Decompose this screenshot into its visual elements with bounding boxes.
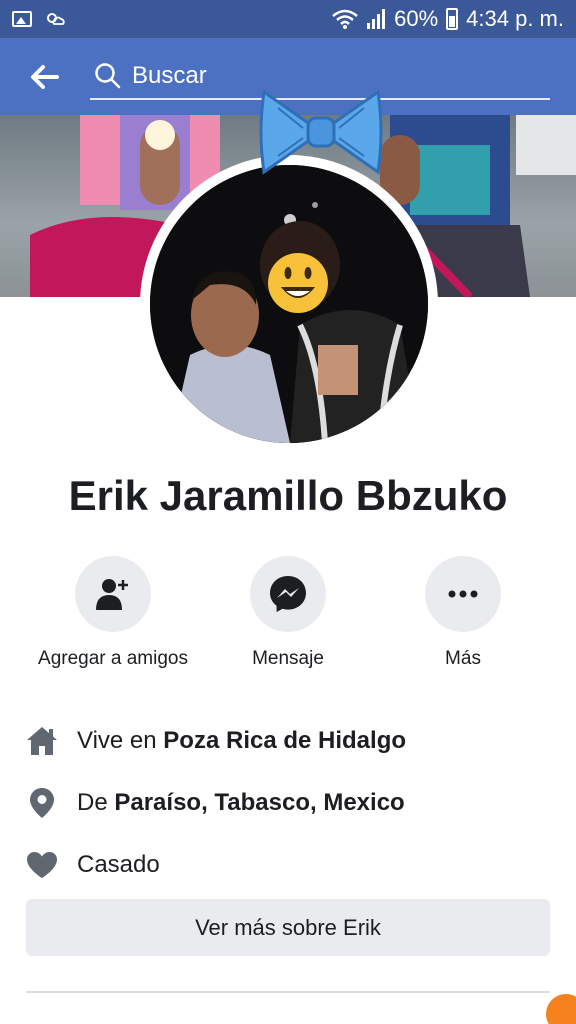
more-label: Más xyxy=(445,648,481,669)
back-button[interactable] xyxy=(14,47,74,107)
more-options-button[interactable]: Más xyxy=(363,556,563,670)
battery-percent: 60% xyxy=(394,6,439,31)
from-prefix: De xyxy=(77,789,115,816)
clock: 4:34 p. m. xyxy=(466,6,564,31)
messenger-icon xyxy=(270,576,306,612)
add-friend-icon xyxy=(96,579,128,610)
add-friend-label: Agregar a amigos xyxy=(38,648,188,669)
battery-icon xyxy=(446,8,459,30)
see-more-about-button[interactable]: Ver más sobre Erik xyxy=(26,899,550,956)
bow-tie-decoration xyxy=(259,89,383,175)
weather-icon xyxy=(47,13,65,25)
signal-icon xyxy=(367,9,386,29)
intro-info: Vive en Poza Rica de Hidalgo De Paraíso,… xyxy=(26,710,556,896)
floating-badge-icon[interactable] xyxy=(546,994,576,1024)
profile-actions: Agregar a amigos Mensaje Más xyxy=(0,556,576,676)
profile-photo xyxy=(150,165,428,443)
add-friend-button[interactable]: Agregar a amigos xyxy=(13,556,213,670)
image-notification-icon xyxy=(12,11,32,27)
status-bar: 60% 4:34 p. m. xyxy=(0,0,576,38)
lives-in-place[interactable]: Poza Rica de Hidalgo xyxy=(163,727,406,754)
profile-picture[interactable] xyxy=(140,155,438,453)
home-icon xyxy=(27,727,57,755)
relationship-row: Casado xyxy=(26,834,556,896)
search-icon xyxy=(95,63,121,89)
profile-name: Erik Jaramillo Bbzuko xyxy=(68,472,508,519)
message-label: Mensaje xyxy=(252,648,324,669)
back-arrow-icon xyxy=(31,64,59,89)
more-icon xyxy=(448,590,478,598)
heart-icon xyxy=(27,852,57,878)
from-row: De Paraíso, Tabasco, Mexico xyxy=(26,772,556,834)
lives-in-prefix: Vive en xyxy=(77,727,164,754)
divider xyxy=(26,991,550,993)
wifi-icon xyxy=(332,9,358,29)
location-pin-icon xyxy=(30,788,54,818)
message-button[interactable]: Mensaje xyxy=(188,556,388,670)
relationship-status: Casado xyxy=(77,851,160,878)
from-place[interactable]: Paraíso, Tabasco, Mexico xyxy=(114,789,404,816)
lives-in-row: Vive en Poza Rica de Hidalgo xyxy=(26,710,556,772)
